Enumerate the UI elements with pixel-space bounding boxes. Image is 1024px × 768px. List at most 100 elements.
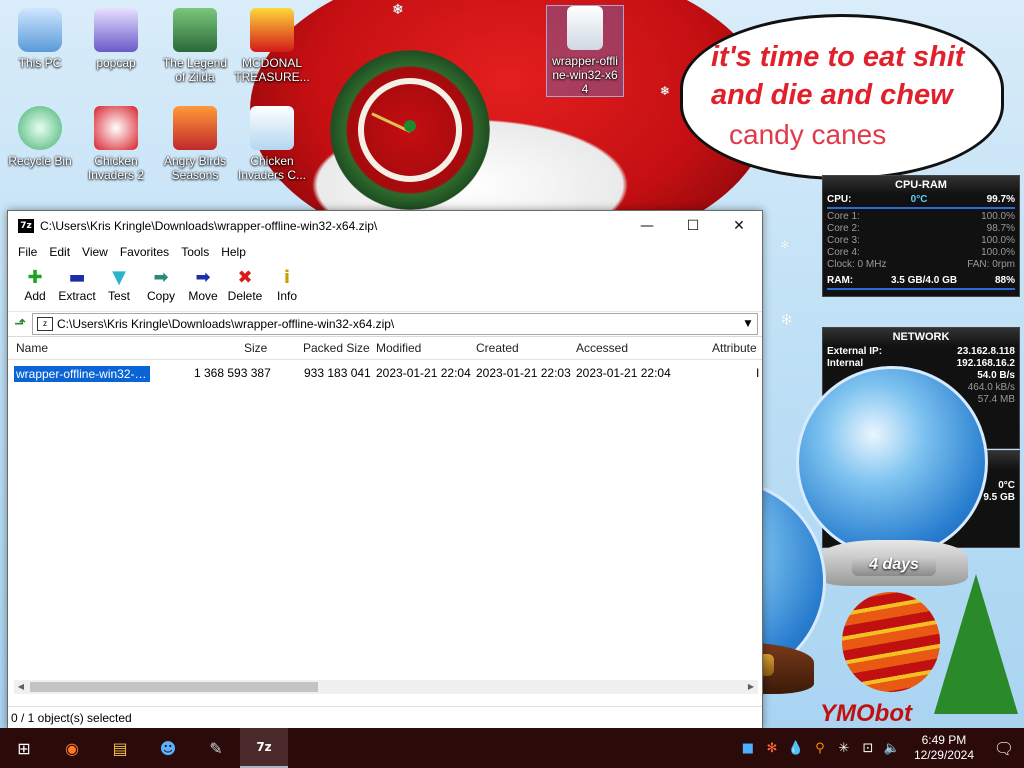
file-modified: 2023-01-21 22:04: [376, 366, 471, 380]
copy-icon: ➡: [153, 267, 169, 288]
desktop-icon-label: popcap: [96, 56, 136, 70]
desktop-icon-wrapper-offline[interactable]: wrapper-offline-win32-x64: [546, 5, 624, 97]
core-value: 100.0%: [981, 211, 1015, 222]
ram-bar: [827, 288, 1015, 290]
core-value: 100.0%: [981, 235, 1015, 246]
tray-app-icon[interactable]: ■: [736, 741, 760, 756]
taskbar: ⊞ ◉ ▤ ☻ ✎ 7z ■ ✻ 💧 ⚲ ✳ ⊡ 🔈 6:49 PM 12/29…: [0, 728, 1024, 768]
desktop-icon-legend-of-zilda[interactable]: The Legend of Zilda: [157, 8, 233, 84]
desktop-icon-label: Recycle Bin: [8, 154, 72, 168]
cpu-temp: 0°C: [910, 194, 928, 205]
column-headers: Name Size Packed Size Modified Created A…: [8, 337, 762, 360]
column-size[interactable]: Size: [244, 341, 267, 355]
start-button[interactable]: ⊞: [0, 728, 48, 768]
notepad-icon[interactable]: ✎: [192, 728, 240, 768]
taskbar-clock[interactable]: 6:49 PM 12/29/2024: [904, 733, 984, 763]
firefox-icon[interactable]: ◉: [48, 728, 96, 768]
table-row[interactable]: wrapper-offline-win32-x64 1 368 593 387 …: [8, 364, 762, 384]
desktop-icon-chicken-invaders-c[interactable]: Chicken Invaders C...: [234, 106, 310, 182]
copy-button[interactable]: ➡ Copy: [140, 263, 182, 303]
column-accessed[interactable]: Accessed: [576, 341, 628, 355]
cpu-ram-gadget: CPU-RAM CPU: 0°C 99.7% Core 1: 100.0% Cor…: [822, 175, 1020, 297]
menu-bar: File Edit View Favorites Tools Help: [8, 241, 762, 263]
info-label: Info: [276, 289, 297, 303]
desktop-icon-label: wrapper-offline-win32-x64: [552, 54, 618, 96]
info-button[interactable]: i Info: [266, 263, 308, 303]
extract-button[interactable]: ▬ Extract: [56, 263, 98, 303]
7zip-taskbar-icon[interactable]: 7z: [240, 728, 288, 768]
countdown-plate: 4 days: [852, 556, 936, 576]
desktop-icon-chicken-invaders-2[interactable]: Chicken Invaders 2: [78, 106, 154, 182]
upload-speed: 54.0 B/s: [977, 370, 1015, 381]
scroll-right-icon[interactable]: ▶: [744, 680, 758, 694]
maximize-button[interactable]: ☐: [670, 211, 716, 241]
notification-icon[interactable]: 🗨: [984, 739, 1024, 758]
desktop-icon-label: Angry Birds Seasons: [163, 154, 227, 182]
bubble-line-1: it's time to eat shit: [711, 41, 965, 73]
tray-drop-icon[interactable]: 💧: [784, 741, 808, 756]
tray-app-icon[interactable]: ✻: [760, 741, 784, 756]
cpu-ram-title: CPU-RAM: [823, 176, 1019, 194]
watermark: YMObot: [820, 700, 912, 727]
scroll-thumb[interactable]: [30, 682, 318, 692]
snow-globe-large: [796, 366, 988, 558]
column-modified[interactable]: Modified: [376, 341, 421, 355]
this-pc-icon: [18, 8, 62, 52]
up-folder-icon[interactable]: ⬏: [8, 316, 32, 332]
download-speed: 464.0 kB/s: [967, 382, 1015, 393]
scroll-left-icon[interactable]: ◀: [14, 680, 28, 694]
7zip-window[interactable]: 7z C:\Users\Kris Kringle\Downloads\wrapp…: [7, 210, 763, 729]
menu-view[interactable]: View: [76, 245, 114, 259]
file-size: 1 368 593 387: [194, 366, 271, 380]
search-icon[interactable]: ⚲: [808, 741, 832, 756]
column-name[interactable]: Name: [16, 341, 48, 355]
menu-favorites[interactable]: Favorites: [114, 245, 175, 259]
speech-bubble: it's time to eat shit and die and chew c…: [680, 14, 1004, 180]
column-created[interactable]: Created: [476, 341, 519, 355]
brightness-icon[interactable]: ✳: [832, 741, 856, 756]
internal-ip-label: Internal: [827, 358, 864, 369]
desktop-icon-angry-birds-seasons[interactable]: Angry Birds Seasons: [157, 106, 233, 182]
address-field[interactable]: z C:\Users\Kris Kringle\Downloads\wrappe…: [32, 313, 758, 335]
desktop-icon-recycle-bin[interactable]: Recycle Bin: [2, 106, 78, 168]
minimize-button[interactable]: —: [624, 211, 670, 241]
column-attribute[interactable]: Attribute: [712, 341, 757, 355]
delete-button[interactable]: ✖ Delete: [224, 263, 266, 303]
desktop-icon-this-pc[interactable]: This PC: [2, 8, 78, 70]
menu-file[interactable]: File: [12, 245, 43, 259]
snowflake: ❄: [660, 84, 671, 98]
desktop-icon-mcdonal-treasure[interactable]: MCDONAL TREASURE...: [234, 8, 310, 84]
column-packed-size[interactable]: Packed Size: [303, 341, 370, 355]
christmas-clock-gadget: [330, 50, 490, 210]
network-icon[interactable]: ⊡: [856, 741, 880, 756]
close-button[interactable]: ✕: [716, 211, 762, 241]
ram-label: RAM:: [827, 275, 854, 286]
title-bar[interactable]: 7z C:\Users\Kris Kringle\Downloads\wrapp…: [8, 211, 762, 241]
core-row: Core 3: 100.0%: [823, 235, 1019, 247]
chevron-down-icon[interactable]: ▼: [739, 319, 757, 329]
file-explorer-icon[interactable]: ▤: [96, 728, 144, 768]
core-value: 100.0%: [981, 247, 1015, 258]
ram-row: RAM: 3.5 GB/4.0 GB 88%: [823, 275, 1019, 287]
desktop-icon-popcap[interactable]: popcap: [78, 8, 154, 70]
external-ip-row: External IP: 23.162.8.118: [823, 346, 1019, 358]
messenger-icon[interactable]: ☻: [144, 728, 192, 768]
cpu-bar: [827, 207, 1015, 209]
toolbar: ✚ Add ▬ Extract ▼ Test ➡ Copy ➡ Move ✖ D…: [8, 263, 762, 311]
game-icon: [250, 106, 294, 150]
add-button[interactable]: ✚ Add: [14, 263, 56, 303]
volume-icon[interactable]: 🔈: [880, 741, 904, 756]
menu-help[interactable]: Help: [215, 245, 252, 259]
file-name: wrapper-offline-win32-x64: [13, 365, 151, 383]
menu-edit[interactable]: Edit: [43, 245, 76, 259]
test-button[interactable]: ▼ Test: [98, 263, 140, 303]
game-icon: [250, 8, 294, 52]
desktop-icon-label: MCDONAL TREASURE...: [234, 56, 310, 84]
move-button[interactable]: ➡ Move: [182, 263, 224, 303]
menu-tools[interactable]: Tools: [175, 245, 215, 259]
file-accessed: 2023-01-21 22:04: [576, 366, 671, 380]
add-label: Add: [24, 289, 46, 303]
test-label: Test: [107, 289, 130, 303]
cpu-row: CPU: 0°C 99.7%: [823, 194, 1019, 206]
horizontal-scrollbar[interactable]: ◀ ▶: [14, 680, 758, 694]
